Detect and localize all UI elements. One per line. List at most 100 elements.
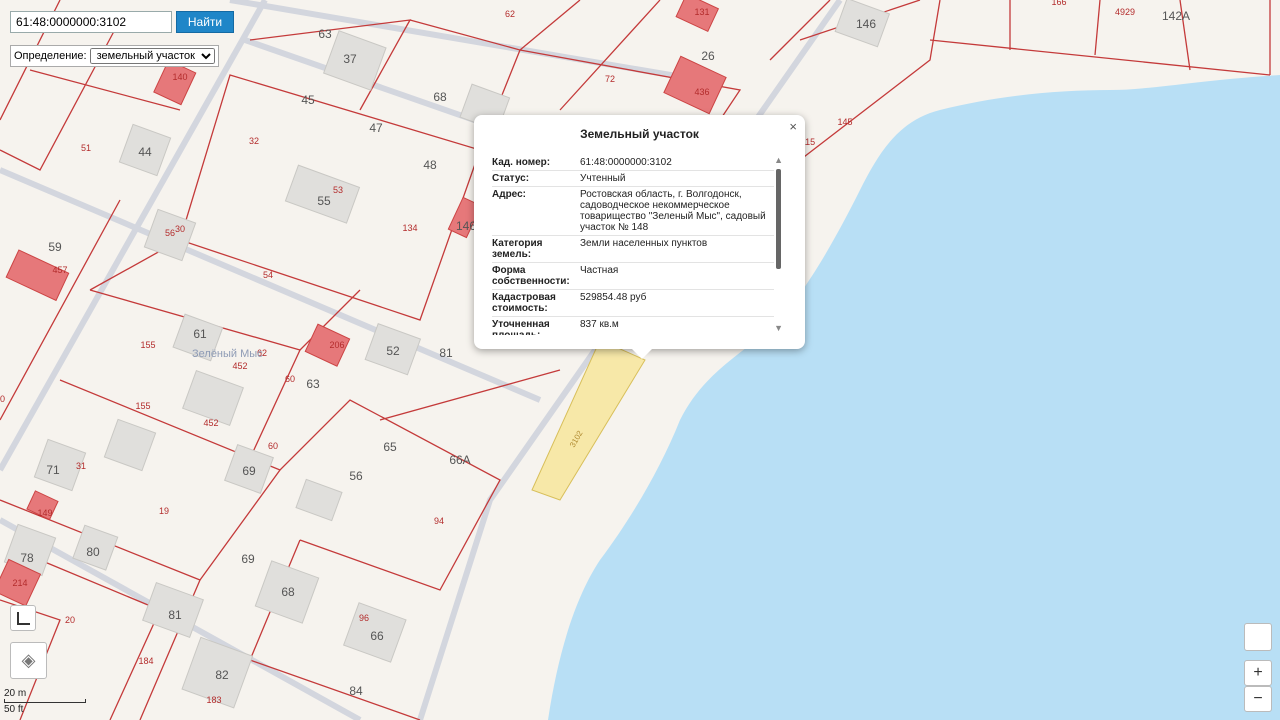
parcel-number-label: 54	[263, 270, 273, 280]
parcel-number-label: 69	[242, 464, 256, 478]
parcel-number-label: 52	[386, 344, 400, 358]
cadastral-map[interactable]: 63 62 37 68 72 26 436 146 4929 142А 45 47 51 44 32 48 53…	[0, 0, 1280, 720]
parcel-number-label: 44	[138, 145, 152, 159]
scale-bar	[4, 699, 86, 703]
parcel-number-label: 78	[20, 551, 34, 565]
parcel-number-label: 142А	[1162, 9, 1190, 23]
search-bar: Найти	[10, 11, 234, 33]
parcel-number-label: 19	[159, 506, 169, 516]
scroll-up-icon[interactable]: ▲	[774, 155, 783, 165]
map-blank-button[interactable]	[1244, 623, 1272, 651]
parcel-number-label: 155	[135, 401, 150, 411]
parcel-number-label: 37	[343, 52, 357, 66]
parcel-number-label: 214	[12, 578, 27, 588]
popup-row: Кадастровая стоимость: 529854.48 руб	[492, 290, 774, 317]
parcel-number-label: 84	[349, 684, 363, 698]
locality-label: Зелёный Мыс	[192, 348, 263, 360]
popup-row-value: 837 кв.м	[580, 319, 619, 330]
popup-row-key: Категория земель:	[492, 238, 543, 260]
layers-icon: ◈	[21, 650, 36, 670]
scrollbar-thumb[interactable]	[776, 169, 781, 269]
parcel-number-label: 96	[359, 613, 369, 623]
parcel-number-label: 65	[383, 440, 397, 454]
cadastral-search-input[interactable]	[10, 11, 172, 33]
parcel-info-popup: Земельный участок × Кад. номер: 61:48:000…	[474, 115, 805, 359]
parcel-number-label: 63	[306, 377, 320, 391]
popup-title: Земельный участок	[580, 127, 699, 141]
definition-row: Определение: земельный участок	[10, 45, 219, 67]
parcel-number-label: 66А	[449, 453, 470, 467]
popup-row-key: Кадастровая стоимость:	[492, 292, 556, 314]
parcel-number-label: 183	[206, 695, 221, 705]
popup-row: Категория земель: Земли населенных пункто…	[492, 236, 774, 263]
parcel-number-label: 20	[65, 615, 75, 625]
popup-row-key: Адрес:	[492, 189, 526, 200]
parcel-number-label: 60	[285, 374, 295, 384]
layers-button[interactable]: ◈	[10, 642, 47, 679]
fullscreen-button[interactable]	[10, 605, 36, 631]
parcel-number-label: 81	[168, 608, 182, 622]
parcel-number-label: 71	[46, 463, 60, 477]
parcel-number-label: 81	[439, 346, 453, 360]
popup-row-key: Кад. номер:	[492, 157, 551, 168]
parcel-number-label: 206	[329, 340, 344, 350]
parcel-number-label: 145	[837, 117, 852, 127]
scroll-down-icon[interactable]: ▼	[774, 323, 783, 333]
parcel-number-label: 69	[241, 552, 255, 566]
fullscreen-icon	[16, 611, 30, 625]
parcel-number-label: 48	[423, 158, 437, 172]
parcel-number-label: 166	[1051, 0, 1066, 7]
parcel-number-label: 53	[333, 185, 343, 195]
parcel-number-label: 56	[349, 469, 363, 483]
popup-row: Уточненная площадь: 837 кв.м	[492, 317, 774, 335]
popup-row: Адрес: Ростовская область, г. Волгодонск,…	[492, 187, 774, 236]
parcel-number-label: 134	[402, 223, 417, 233]
close-icon[interactable]: ×	[789, 119, 797, 134]
parcel-number-label: 82	[215, 668, 229, 682]
popup-row: Статус: Учтенный	[492, 171, 774, 187]
parcel-number-label: 26	[701, 49, 715, 63]
popup-row-value: Учтенный	[580, 173, 626, 184]
parcel-number-label: 66	[370, 629, 384, 643]
parcel-number-label: 80	[86, 545, 100, 559]
parcel-number-label: 63	[318, 27, 332, 41]
parcel-number-label: 452	[232, 361, 247, 371]
find-button[interactable]: Найти	[176, 11, 234, 33]
scale-metric: 20 m	[4, 688, 86, 703]
definition-select[interactable]: земельный участок	[89, 48, 215, 64]
parcel-number-label: 4929	[1115, 7, 1135, 17]
parcel-number-label: 59	[48, 240, 62, 254]
popup-row-key: Уточненная площадь:	[492, 319, 550, 335]
parcel-number-label: 72	[605, 74, 615, 84]
parcel-number-label: 140	[172, 72, 187, 82]
parcel-number-label: 436	[694, 87, 709, 97]
parcel-number-label: 94	[434, 516, 444, 526]
parcel-number-label: 68	[281, 585, 295, 599]
popup-row-value: Ростовская область, г. Волгодонск, садов…	[580, 189, 766, 233]
definition-label: Определение:	[14, 50, 87, 62]
parcel-number-label: 61	[193, 327, 207, 341]
parcel-number-label: 457	[52, 265, 67, 275]
zoom-out-button[interactable]: −	[1244, 686, 1272, 712]
parcel-number-label: 131	[694, 7, 709, 17]
parcel-number-label: 40	[0, 394, 5, 404]
popup-row-value: 61:48:0000000:3102	[580, 157, 672, 168]
scale-imperial: 50 ft	[4, 704, 23, 715]
popup-info-table: Кад. номер: 61:48:0000000:3102 Статус: Учте…	[492, 155, 774, 335]
popup-row-key: Форма собственности:	[492, 265, 570, 287]
popup-row-value: Земли населенных пунктов	[580, 238, 708, 249]
zoom-in-button[interactable]: +	[1244, 660, 1272, 686]
popup-row-value: Частная	[580, 265, 619, 276]
parcel-number-label: 51	[81, 143, 91, 153]
parcel-number-label: 45	[301, 93, 315, 107]
scale-metric-label: 20 m	[4, 688, 27, 699]
parcel-number-label: 155	[140, 340, 155, 350]
popup-row-key: Статус:	[492, 173, 530, 184]
popup-row-value: 529854.48 руб	[580, 292, 647, 303]
parcel-number-label: 149	[37, 508, 52, 518]
parcel-number-label: 31	[76, 461, 86, 471]
parcel-number-label: 452	[203, 418, 218, 428]
parcel-number-label: 68	[433, 90, 447, 104]
parcel-number-label: 60	[268, 441, 278, 451]
parcel-number-label: 30	[175, 224, 185, 234]
